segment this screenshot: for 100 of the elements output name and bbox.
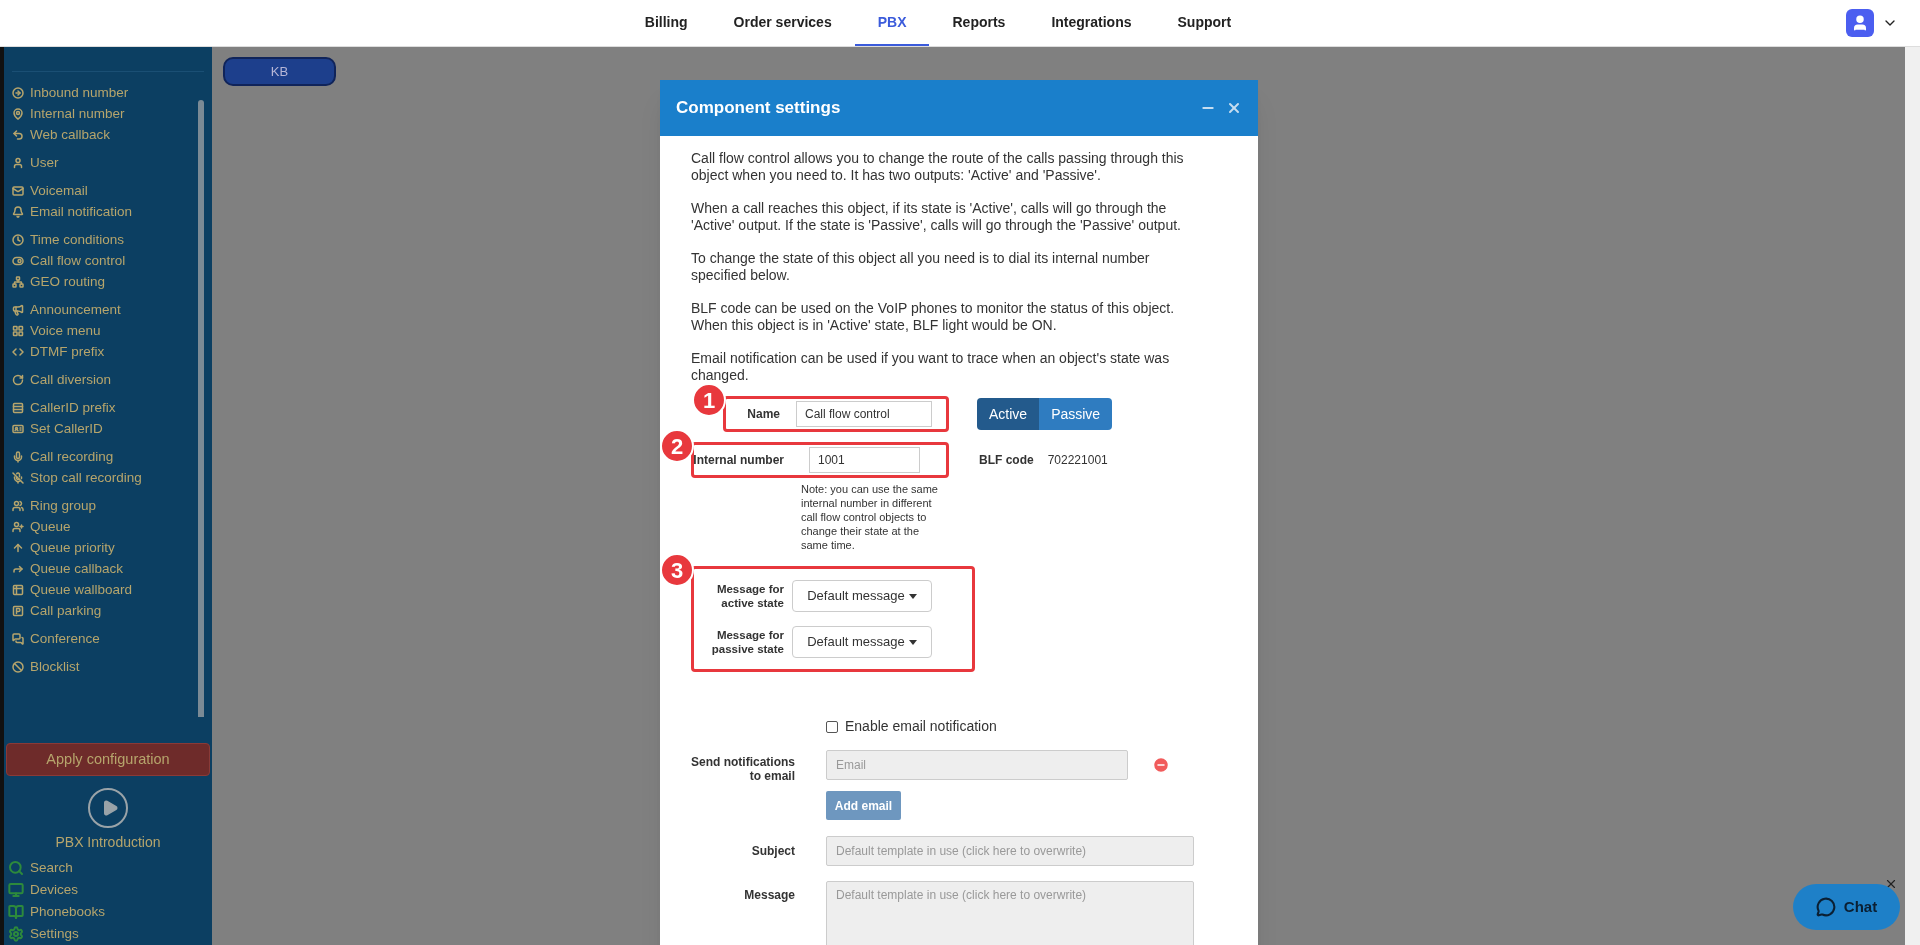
sidebar-item[interactable]: Set CallerID xyxy=(12,418,212,440)
table-icon xyxy=(12,583,24,596)
caret-icon xyxy=(908,639,917,645)
sidebar-item[interactable]: DTMF prefix xyxy=(12,341,212,363)
nav-tab[interactable]: Billing xyxy=(621,0,711,46)
nav-tab[interactable]: Support xyxy=(1154,0,1255,46)
field-label: Send notifications to email xyxy=(691,755,795,785)
apply-configuration-button[interactable]: Apply configuration xyxy=(6,742,210,776)
search-icon xyxy=(8,860,24,876)
description-paragraph: Call flow control allows you to change the route of the calls passing through this object when you need to. It has two outputs: 'Active' and 'Passive'. xyxy=(691,150,1185,184)
tool-link[interactable]: Settings xyxy=(8,923,212,945)
play-button[interactable] xyxy=(88,788,128,828)
toggle-icon xyxy=(12,254,24,267)
sidebar-item[interactable]: Queue callback xyxy=(12,558,212,580)
grid-icon xyxy=(12,324,24,337)
sidebar-item[interactable]: Inbound number xyxy=(12,82,212,104)
megaphone-icon xyxy=(12,303,24,316)
ban-icon xyxy=(12,660,24,673)
tool-link[interactable]: Phonebooks xyxy=(8,901,212,923)
nav-tab[interactable]: Reports xyxy=(929,0,1029,46)
state-toggle[interactable]: Active xyxy=(977,398,1040,430)
sidebar-item[interactable]: Announcement xyxy=(12,299,212,321)
undo-icon xyxy=(12,128,24,141)
nav-tab[interactable]: Order services xyxy=(710,0,855,46)
sidebar-item[interactable]: Ring group xyxy=(12,495,212,517)
state-toggle[interactable]: Passive xyxy=(1039,398,1113,430)
sidebar-item[interactable]: Conference xyxy=(12,628,212,650)
field-label: BLF code xyxy=(979,452,1034,469)
message-field[interactable]: Default template in use (click here to overwrite) xyxy=(826,881,1194,945)
users-icon xyxy=(12,499,24,512)
field-label: Name xyxy=(746,406,781,423)
subject-field[interactable]: Default template in use (click here to overwrite) xyxy=(826,836,1194,866)
rows-icon xyxy=(12,401,24,414)
monitor-icon xyxy=(8,882,24,898)
bell-icon xyxy=(12,205,24,218)
parking-icon xyxy=(12,604,24,617)
note-text: Note: you can use the same internal number in different call flow control objects to change their state at the same time. xyxy=(801,482,939,552)
sidebar-item[interactable]: Voice menu xyxy=(12,320,212,342)
blf-code: 702221001 xyxy=(1047,452,1108,469)
description-paragraph: To change the state of this object all you need is to dial its internal number specified below. xyxy=(691,250,1151,284)
sidebar-item[interactable]: Call parking xyxy=(12,600,212,622)
page-scrollbar[interactable] xyxy=(1905,47,1920,945)
book-icon xyxy=(8,904,24,920)
message-dropdown[interactable]: Default message xyxy=(792,626,932,658)
clock-icon xyxy=(12,233,24,246)
tool-link[interactable]: Devices xyxy=(8,879,212,901)
user-icon xyxy=(12,156,24,169)
sidebar-item[interactable]: CallerID prefix xyxy=(12,397,212,419)
intro-label[interactable]: PBX Introduction xyxy=(4,832,212,853)
microphone-off-icon xyxy=(12,471,24,484)
dialog-title: Component settings xyxy=(676,97,842,120)
chat-button[interactable]: Chat xyxy=(1793,884,1900,930)
message-dropdown[interactable]: Default message xyxy=(792,580,932,612)
sidebar-item[interactable]: User xyxy=(12,152,212,174)
nav-tab[interactable]: PBX xyxy=(854,0,930,46)
number-badge: 1 xyxy=(692,383,726,417)
sidebar-item[interactable]: Email notification xyxy=(12,201,212,223)
sidebar-item[interactable]: Blocklist xyxy=(12,656,212,678)
kb-button[interactable]: KB xyxy=(223,57,336,86)
field-label: Message for active state xyxy=(715,582,784,610)
sidebar-item[interactable]: GEO routing xyxy=(12,271,212,293)
rotate-icon xyxy=(12,373,24,386)
scrollbar[interactable] xyxy=(198,100,204,717)
number-badge: 2 xyxy=(660,429,694,463)
speech-bubble-icon xyxy=(1815,897,1836,917)
chat-icon xyxy=(12,632,24,645)
email-checkbox[interactable] xyxy=(826,720,838,733)
sidebar-item[interactable]: Time conditions xyxy=(12,229,212,251)
field-label: Message for passive state xyxy=(710,628,784,656)
tool-link[interactable]: Search xyxy=(8,857,212,879)
caret-icon xyxy=(908,593,917,599)
arrow-circle-icon xyxy=(12,86,24,99)
name-field[interactable]: Call flow control xyxy=(796,401,932,427)
user-icon xyxy=(1851,14,1869,32)
sidebar-item[interactable]: Internal number xyxy=(12,103,212,125)
sidebar-item[interactable]: Web callback xyxy=(12,124,212,146)
field-label: Message xyxy=(743,887,795,904)
nav-tab[interactable]: Integrations xyxy=(1028,0,1155,46)
sidebar-item[interactable]: Call diversion xyxy=(12,369,212,391)
description-paragraph: Email notification can be used if you want to trace when an object's state was changed. xyxy=(691,350,1171,384)
add-email-button[interactable]: Add email xyxy=(826,791,901,820)
internal-number-field[interactable]: 1001 xyxy=(809,447,920,473)
sidebar-item[interactable]: Voicemail xyxy=(12,180,212,202)
sidebar-item[interactable]: Call flow control xyxy=(12,250,212,272)
user-plus-icon xyxy=(12,520,24,533)
sidebar-item[interactable]: Queue xyxy=(12,516,212,538)
sidebar-item[interactable]: Queue wallboard xyxy=(12,579,212,601)
field-label: Subject xyxy=(750,843,795,860)
pin-icon xyxy=(12,107,24,120)
sidebar-item[interactable]: Call recording xyxy=(12,446,212,468)
settings-icon xyxy=(8,926,24,942)
field-label: Internal number xyxy=(692,452,785,469)
sidebar-item[interactable]: Stop call recording xyxy=(12,467,212,489)
email-field[interactable]: Email xyxy=(826,750,1128,780)
envelope-icon xyxy=(12,184,24,197)
description-paragraph: When a call reaches this object, if its state is 'Active', calls will go through the 'Active' output. If the state is 'Passive', calls will go through the 'Passive' output. xyxy=(691,200,1182,234)
checkbox-label: Enable email notification xyxy=(845,717,997,736)
remove-icon[interactable] xyxy=(1152,756,1170,774)
close-icon[interactable] xyxy=(1226,100,1242,116)
sidebar-item[interactable]: Queue priority xyxy=(12,537,212,559)
